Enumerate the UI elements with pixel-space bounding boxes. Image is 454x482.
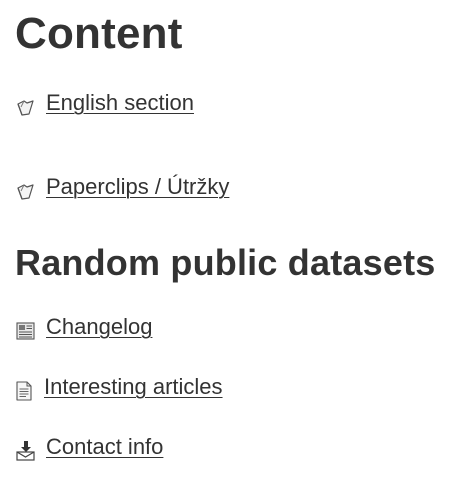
page-content: Content English section Paperclips / Útr…	[15, 0, 454, 482]
folder-icon	[15, 179, 37, 201]
mail-inbox-icon	[15, 439, 37, 461]
content-item-english-section: English section	[15, 89, 194, 117]
document-icon	[15, 379, 33, 401]
datasets-item-contact-info: Contact info	[15, 433, 163, 461]
newspaper-icon	[15, 319, 37, 341]
interesting-articles-link[interactable]: Interesting articles	[44, 374, 223, 400]
datasets-item-interesting-articles: Interesting articles	[15, 373, 223, 401]
paperclips-link[interactable]: Paperclips / Útržky	[46, 174, 229, 200]
content-item-paperclips: Paperclips / Útržky	[15, 173, 229, 201]
changelog-link[interactable]: Changelog	[46, 314, 152, 340]
datasets-heading: Random public datasets	[15, 242, 436, 283]
content-heading: Content	[15, 9, 183, 58]
datasets-item-changelog: Changelog	[15, 313, 152, 341]
contact-info-link[interactable]: Contact info	[46, 434, 163, 460]
english-section-link[interactable]: English section	[46, 90, 194, 116]
folder-icon	[15, 95, 37, 117]
